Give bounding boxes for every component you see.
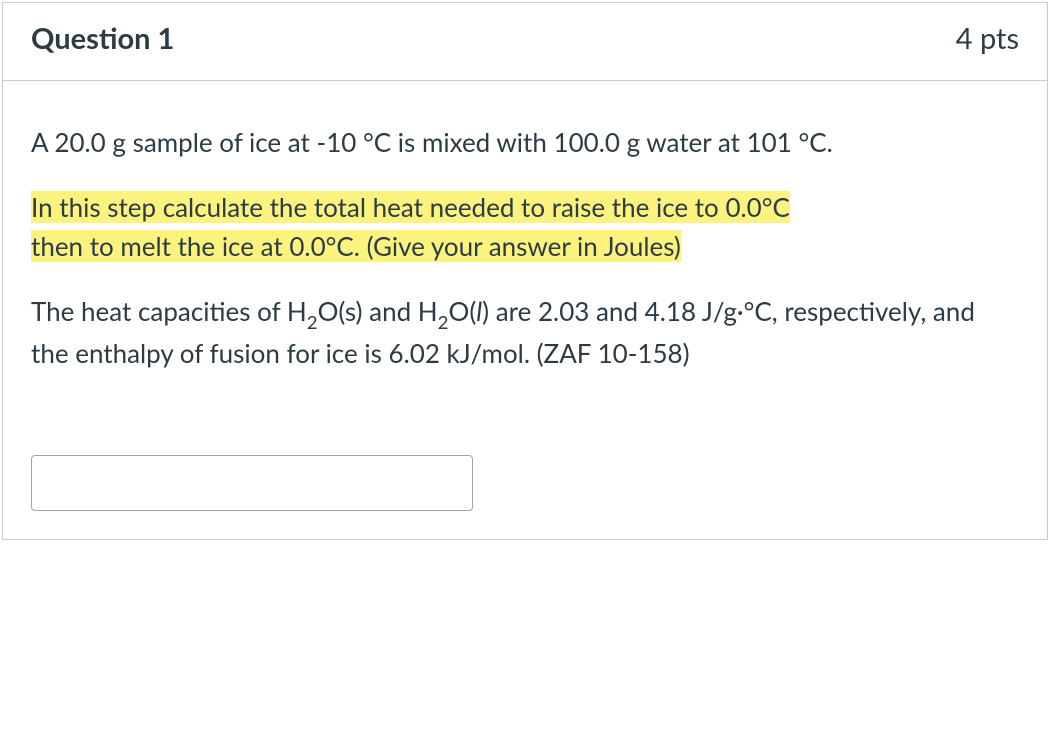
question-data-text: The heat capacities of H2O(s) and H2O(l)… [31, 292, 1019, 373]
question-points: 4 pts [956, 21, 1019, 56]
data-text-part-a: The heat capacities of H [31, 295, 307, 327]
subscript-1: 2 [307, 311, 318, 333]
highlighted-instruction-line2: then to melt the ice at 0.0°C. (Give you… [31, 230, 681, 262]
question-container: Question 1 4 pts A 20.0 g sample of ice … [2, 2, 1048, 540]
answer-input[interactable] [31, 455, 473, 511]
intro-text: A 20.0 g sample of ice at -10 °C is mixe… [31, 126, 833, 158]
data-text-part-c: O( [449, 295, 477, 327]
question-header: Question 1 4 pts [3, 3, 1047, 81]
highlighted-instruction-line1: In this step calculate the total heat ne… [31, 191, 790, 223]
question-intro-text: A 20.0 g sample of ice at -10 °C is mixe… [31, 123, 1019, 162]
subscript-2: 2 [438, 311, 449, 333]
question-body: A 20.0 g sample of ice at -10 °C is mixe… [3, 81, 1047, 539]
data-text-part-b: O(s) and H [318, 295, 438, 327]
question-title: Question 1 [31, 21, 174, 56]
question-instruction-text: In this step calculate the total heat ne… [31, 188, 1019, 266]
